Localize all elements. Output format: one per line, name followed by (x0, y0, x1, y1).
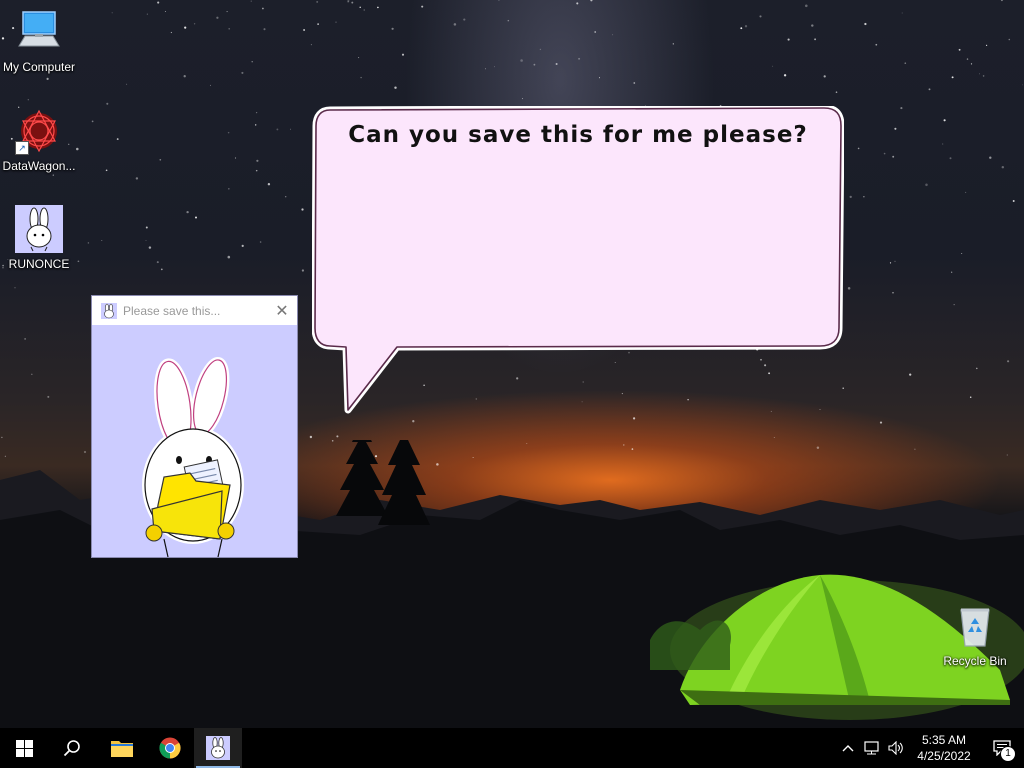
shortcut-arrow-icon: ↗ (15, 141, 29, 155)
window-title: Please save this... (123, 303, 221, 318)
chevron-up-icon (842, 745, 854, 752)
desktop-icon-label: DataWagon... (2, 159, 76, 173)
bunny-icon (101, 302, 117, 319)
desktop-icon-label: My Computer (2, 60, 76, 74)
clock[interactable]: 5:35 AM 4/25/2022 (908, 732, 980, 764)
file-explorer-button[interactable] (98, 728, 146, 768)
desktop-icon-recycle-bin[interactable]: Recycle Bin (936, 602, 1014, 668)
datawagon-icon: ↗ (15, 107, 63, 155)
desktop-icon-datawagon[interactable]: ↗ DataWagon... (0, 107, 78, 173)
speech-bubble-shape (311, 104, 845, 414)
network-icon (864, 741, 879, 755)
windows-logo-icon (15, 739, 33, 757)
notification-count-badge: 1 (1000, 746, 1016, 762)
volume-button[interactable] (884, 728, 908, 768)
bunny-icon (15, 205, 63, 253)
bunny-app-button[interactable] (194, 728, 242, 768)
close-button[interactable]: ✕ (267, 296, 297, 325)
volume-icon (888, 741, 903, 755)
desktop-icon-label: RUNONCE (8, 257, 70, 271)
bunny-icon (206, 736, 230, 760)
desktop-icon-runonce[interactable]: RUNONCE (0, 205, 78, 271)
clock-time: 5:35 AM (921, 733, 967, 747)
start-button[interactable] (0, 728, 48, 768)
close-icon: ✕ (275, 302, 289, 320)
bunny-holding-folder-illustration (142, 356, 244, 558)
search-button[interactable] (48, 728, 96, 768)
clock-date: 4/25/2022 (917, 749, 971, 763)
bubble-message: Can you save this for me please? (348, 122, 808, 148)
system-tray: 5:35 AM 4/25/2022 1 (836, 728, 1024, 768)
recycle-bin-icon (951, 602, 999, 650)
computer-icon (15, 8, 63, 56)
folder-icon (111, 741, 133, 757)
show-hidden-icons-button[interactable] (836, 728, 860, 768)
please-save-window[interactable]: Please save this... ✕ (92, 296, 297, 558)
action-center-button[interactable]: 1 (980, 728, 1024, 768)
network-button[interactable] (860, 728, 884, 768)
chrome-icon (159, 737, 181, 759)
speech-bubble: Can you save this for me please? (311, 104, 845, 416)
desktop-icon-my-computer[interactable]: My Computer (0, 8, 78, 74)
chrome-button[interactable] (146, 728, 194, 768)
window-titlebar[interactable]: Please save this... ✕ (92, 296, 297, 325)
taskbar: 5:35 AM 4/25/2022 1 (0, 728, 1024, 768)
desktop-icon-label: Recycle Bin (943, 654, 1007, 668)
search-icon (63, 740, 80, 757)
